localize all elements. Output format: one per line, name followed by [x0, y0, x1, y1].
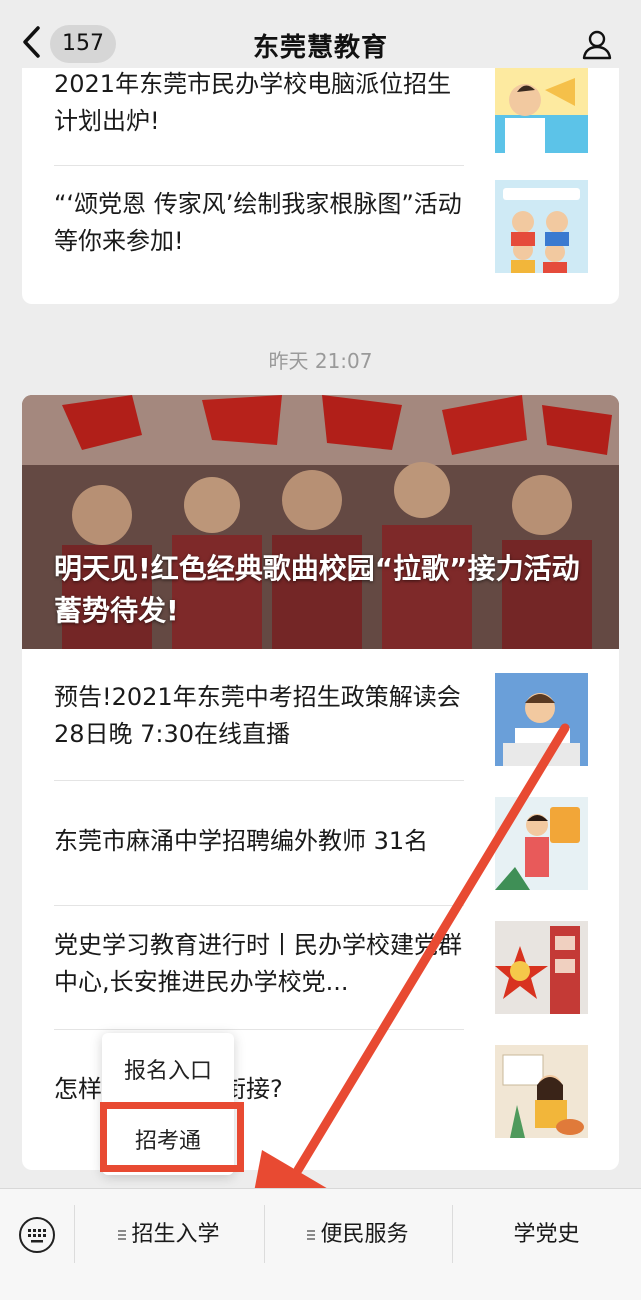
article-item[interactable]: 党史学习教育进行时丨民办学校建党群中心,长安推进民办学校党...: [22, 921, 619, 1021]
hero-article[interactable]: 明天见!红色经典歌曲校园“拉歌”接力活动蓄势待发!: [22, 395, 619, 649]
article-thumbnail: [495, 180, 588, 273]
article-title: 东莞市麻涌中学招聘编外教师 31名: [54, 827, 429, 855]
divider: [54, 165, 464, 166]
menu-tab-party-history[interactable]: 学党史: [452, 1205, 641, 1265]
article-title: 2021年东莞市民办学校电脑派位招生计划出炉!: [54, 70, 452, 135]
article-thumbnail: [495, 673, 588, 766]
article-item[interactable]: “‘颂党恩 传家风’绘制我家根脉图”活动等你来参加!: [22, 180, 619, 280]
bottom-menu-bar: 招生入学 便民服务 学党史: [0, 1188, 641, 1300]
article-item[interactable]: 2021年东莞市民办学校电脑派位招生计划出炉!: [22, 68, 619, 160]
menu-tab-label: 学党史: [513, 1222, 580, 1247]
user-icon[interactable]: [581, 28, 613, 60]
highlight-box-annotation: [100, 1102, 244, 1172]
top-navigation-bar: 157 东莞慧教育: [0, 0, 641, 78]
article-title: 党史学习教育进行时丨民办学校建党群中心,长安推进民办学校党...: [54, 931, 462, 996]
message-timestamp: 昨天 21:07: [268, 349, 373, 373]
menu-tab-admission[interactable]: 招生入学: [74, 1205, 264, 1265]
article-title: 预告!2021年东莞中考招生政策解读会 28日晚 7:30在线直播: [54, 683, 461, 748]
menu-tab-label: 招生入学: [131, 1222, 220, 1247]
menu-lines-icon: [307, 1228, 316, 1242]
keyboard-icon[interactable]: [18, 1216, 56, 1254]
article-card-earlier: 2021年东莞市民办学校电脑派位招生计划出炉! “‘颂党恩 传家风’绘制我家根脉…: [22, 68, 619, 304]
menu-lines-icon: [118, 1228, 127, 1242]
article-item[interactable]: 预告!2021年东莞中考招生政策解读会 28日晚 7:30在线直播: [22, 673, 619, 773]
article-thumbnail: [495, 921, 588, 1014]
article-item[interactable]: 东莞市麻涌中学招聘编外教师 31名: [22, 797, 619, 897]
divider: [54, 1029, 464, 1030]
article-thumbnail: [495, 68, 588, 153]
article-title: “‘颂党恩 传家风’绘制我家根脉图”活动等你来参加!: [54, 190, 462, 255]
menu-tab-label: 便民服务: [320, 1222, 409, 1247]
divider: [54, 905, 464, 906]
account-title: 东莞慧教育: [252, 33, 388, 63]
divider: [54, 780, 464, 781]
menu-item-registration-entry[interactable]: 报名入口: [102, 1053, 234, 1085]
hero-title: 明天见!红色经典歌曲校园“拉歌”接力活动蓄势待发!: [54, 552, 580, 627]
article-thumbnail: [495, 797, 588, 890]
menu-tab-services[interactable]: 便民服务: [264, 1205, 452, 1265]
article-thumbnail: [495, 1045, 588, 1138]
